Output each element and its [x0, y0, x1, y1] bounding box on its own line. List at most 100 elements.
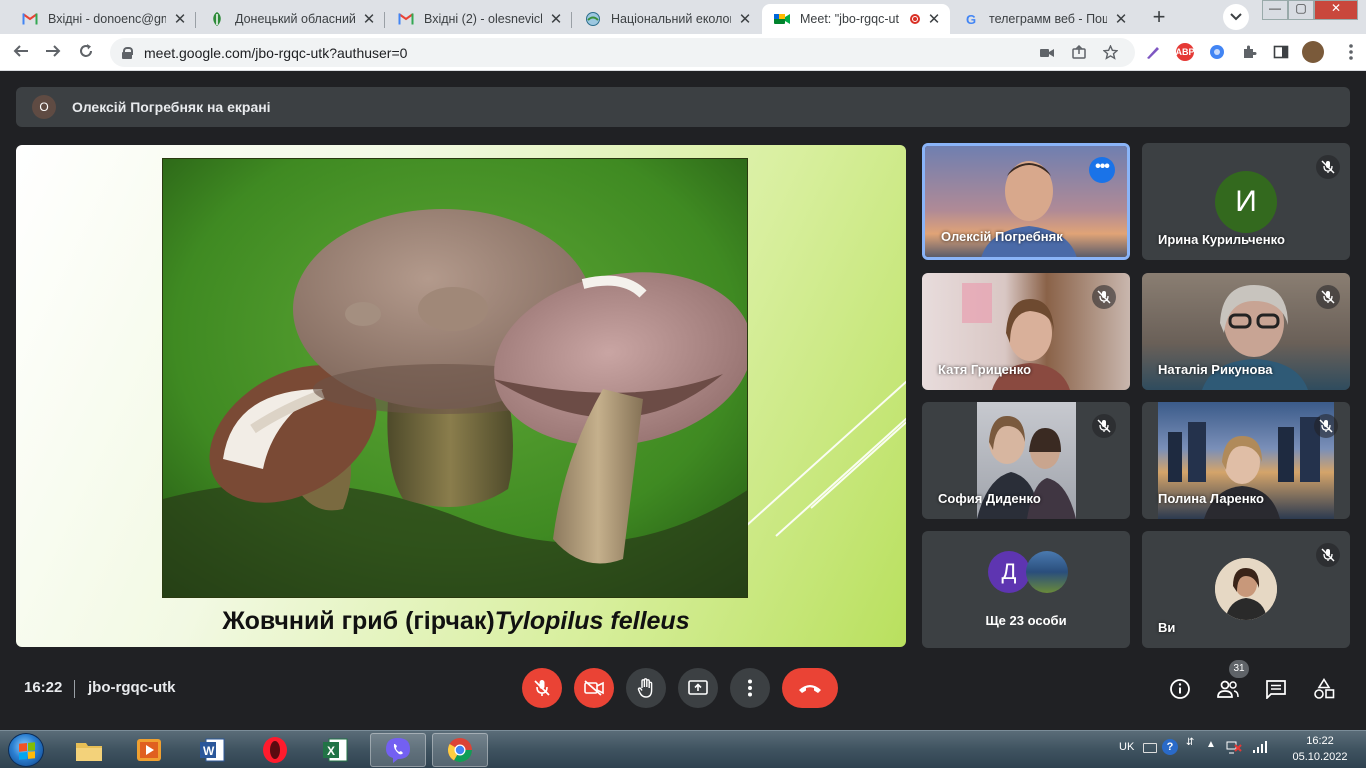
hand-icon [637, 678, 653, 698]
participant-tile[interactable]: София Диденко [922, 402, 1130, 519]
activities-button[interactable] [1311, 676, 1337, 702]
clock-time: 16:22 [1306, 735, 1334, 747]
present-screen-button[interactable] [678, 668, 718, 708]
clock-date: 05.10.2022 [1292, 751, 1348, 763]
opera-taskbar-button[interactable] [247, 733, 303, 767]
tab-google-search[interactable]: G телеграмм веб - Пошу ✕ [951, 4, 1137, 34]
tab-gmail-inbox[interactable]: Вхідні - donoenc@gma ✕ [10, 4, 196, 34]
participant-tile[interactable]: Полина Ларенко [1142, 402, 1350, 519]
participant-tile[interactable]: И Ирина Курильченко [1142, 143, 1350, 260]
signal-bars-icon[interactable] [1252, 740, 1268, 754]
arrows-icon[interactable]: ⇵ [1186, 737, 1194, 748]
language-indicator[interactable]: UK [1119, 741, 1134, 753]
close-tab-icon[interactable]: ✕ [172, 10, 188, 28]
self-tile[interactable]: Ви [1142, 531, 1350, 648]
tab-separator [384, 12, 385, 28]
shared-screen: Жовчний гриб (гірчак)Tylopilus felleus [16, 145, 906, 647]
address-bar[interactable]: meet.google.com/jbo-rgqc-utk?authuser=0 [110, 38, 1135, 67]
meeting-time: 16:22 [24, 679, 63, 696]
side-panel-icon[interactable] [1272, 43, 1290, 61]
folder-icon [76, 743, 102, 761]
taskbar-clock[interactable]: 16:22 05.10.2022 [1290, 733, 1350, 765]
keyboard-icon[interactable] [1143, 743, 1157, 753]
close-tab-icon[interactable]: ✕ [548, 10, 564, 28]
camera-off-icon [584, 680, 604, 696]
chat-button[interactable] [1263, 676, 1289, 702]
avatar [1215, 558, 1277, 620]
participant-name: София Диденко [938, 491, 1041, 506]
profile-avatar[interactable] [1302, 41, 1324, 63]
share-icon[interactable] [1072, 44, 1086, 62]
bookmark-star-icon[interactable] [1102, 44, 1119, 63]
raise-hand-button[interactable] [626, 668, 666, 708]
blue-extension-icon[interactable] [1208, 43, 1226, 61]
people-count-badge: 31 [1229, 660, 1249, 678]
start-button[interactable] [8, 733, 44, 767]
close-tab-icon[interactable]: ✕ [926, 10, 942, 28]
close-tab-icon[interactable]: ✕ [1113, 10, 1129, 28]
avatar: И [1215, 171, 1277, 233]
avatar: Д [988, 551, 1030, 593]
more-options-icon[interactable]: ••• [1089, 157, 1115, 183]
presenter-avatar: О [32, 95, 56, 119]
participant-tile[interactable]: ••• Олексій Погребняк [922, 143, 1130, 260]
viber-icon [386, 738, 410, 763]
mic-off-icon [1092, 414, 1116, 438]
chrome-taskbar-button[interactable] [432, 733, 488, 767]
tab-donetsk-regional[interactable]: Донецький обласний е ✕ [197, 4, 385, 34]
gmail-icon [22, 11, 38, 27]
minimize-button[interactable]: — [1262, 0, 1288, 20]
mic-off-icon [1314, 414, 1338, 438]
shapes-icon [1314, 678, 1335, 699]
network-warning-icon[interactable] [1226, 740, 1242, 754]
puzzle-extensions-icon[interactable] [1240, 43, 1258, 61]
people-button[interactable] [1215, 676, 1241, 702]
more-participants-tile[interactable]: Д Ще 23 особи [922, 531, 1130, 648]
new-tab-button[interactable]: + [1145, 4, 1173, 32]
back-button[interactable] [8, 40, 34, 66]
adblock-extension-icon[interactable]: ABP [1176, 43, 1195, 61]
word-taskbar-button[interactable]: W [184, 733, 240, 767]
more-options-button[interactable] [730, 668, 770, 708]
microphone-toggle-button[interactable] [522, 668, 562, 708]
show-hidden-icons-icon[interactable]: ▲ [1206, 739, 1216, 750]
close-window-button[interactable]: ✕ [1314, 0, 1358, 20]
pen-extension-icon[interactable] [1144, 43, 1162, 61]
slide-caption: Жовчний гриб (гірчак)Tylopilus felleus [16, 607, 896, 636]
browser-tab-strip: Вхідні - donoenc@gma ✕ Донецький обласни… [0, 0, 1366, 34]
excel-taskbar-button[interactable]: X [307, 733, 363, 767]
gmail-icon [398, 11, 414, 27]
meeting-controls-bar: 16:22 jbo-rgqc-utk [0, 660, 1366, 730]
mic-off-icon [1316, 285, 1340, 309]
mic-off-icon [1316, 155, 1340, 179]
tab-search-button[interactable] [1223, 4, 1249, 30]
slide-stripe [745, 371, 906, 527]
browser-toolbar: meet.google.com/jbo-rgqc-utk?authuser=0 … [0, 34, 1366, 71]
meeting-details-button[interactable] [1167, 676, 1193, 702]
close-tab-icon[interactable]: ✕ [737, 10, 753, 28]
tab-title: Національний еколого [611, 12, 731, 26]
camera-toggle-button[interactable] [574, 668, 614, 708]
maximize-button[interactable]: ▢ [1288, 0, 1314, 20]
participant-name: Катя Гриценко [938, 362, 1032, 377]
tab-ecology-center[interactable]: Національний еколого ✕ [573, 4, 761, 34]
participant-tile[interactable]: Катя Гриценко [922, 273, 1130, 390]
tab-google-meet[interactable]: Meet: "jbo-rgqc-ut ✕ [762, 4, 950, 34]
reload-button[interactable] [73, 40, 99, 66]
presenter-banner: О Олексій Погребняк на екрані [16, 87, 1350, 127]
kebab-menu-icon[interactable] [1342, 43, 1360, 61]
camera-icon[interactable] [1040, 45, 1054, 61]
close-tab-icon[interactable]: ✕ [361, 10, 377, 28]
divider [74, 680, 75, 698]
participant-tile[interactable]: Наталія Рикунова [1142, 273, 1350, 390]
forward-button[interactable] [40, 40, 66, 66]
meeting-code: jbo-rgqc-utk [88, 679, 176, 696]
caption-main: Жовчний гриб (гірчак) [222, 607, 495, 635]
leave-call-button[interactable] [782, 668, 838, 708]
media-player-taskbar-button[interactable] [121, 733, 177, 767]
viber-taskbar-button[interactable] [370, 733, 426, 767]
tab-gmail-inbox-2[interactable]: Вхідні (2) - olesnevich8 ✕ [386, 4, 572, 34]
kebab-menu-icon [748, 679, 752, 697]
help-icon[interactable]: ? [1162, 739, 1178, 755]
file-explorer-taskbar-button[interactable] [61, 733, 117, 767]
